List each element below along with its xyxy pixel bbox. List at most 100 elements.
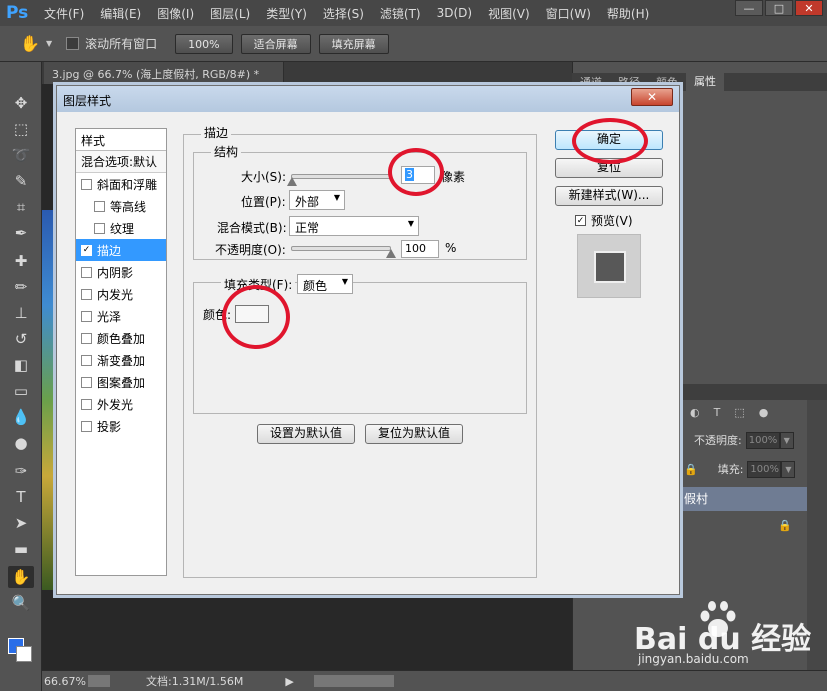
adjustment-filter-icon[interactable]: ◐: [690, 406, 700, 419]
filter-toggle-icon[interactable]: ●: [759, 406, 769, 419]
size-input[interactable]: 3: [401, 166, 435, 184]
tool-preset-dropdown-icon[interactable]: ▼: [46, 39, 52, 48]
layer-opacity-input[interactable]: 100%: [745, 431, 780, 449]
document-tab[interactable]: 3.jpg @ 66.7% (海上度假村, RGB/8#) * ×: [44, 62, 284, 95]
tab-properties[interactable]: 属性: [686, 73, 724, 91]
size-slider[interactable]: [291, 174, 391, 179]
opacity-slider-thumb[interactable]: [386, 249, 396, 258]
style-item[interactable]: 内阴影: [76, 261, 166, 283]
menu-filter[interactable]: 滤镜(T): [372, 5, 429, 22]
styles-header[interactable]: 样式: [76, 129, 166, 151]
background-color-swatch[interactable]: [16, 646, 32, 662]
clone-stamp-tool-icon[interactable]: ⊥: [8, 302, 34, 324]
style-item[interactable]: 光泽: [76, 305, 166, 327]
hand-tool-button-icon[interactable]: ✋: [8, 566, 34, 588]
menu-window[interactable]: 窗口(W): [538, 5, 599, 22]
style-item[interactable]: 渐变叠加: [76, 349, 166, 371]
shape-filter-icon[interactable]: ⬚: [734, 406, 744, 419]
crop-tool-icon[interactable]: ⌗: [8, 196, 34, 218]
status-scroll-thumb[interactable]: [313, 675, 394, 687]
style-checkbox[interactable]: [94, 200, 105, 212]
style-item[interactable]: 投影: [76, 415, 166, 437]
fit-screen-button[interactable]: 适合屏幕: [240, 33, 311, 54]
minimize-button[interactable]: —: [735, 0, 763, 16]
new-style-button[interactable]: 新建样式(W)...: [555, 186, 663, 206]
rectangle-tool-icon[interactable]: ▬: [8, 538, 34, 560]
menu-select[interactable]: 选择(S): [315, 5, 372, 22]
blend-options-item[interactable]: 混合选项:默认: [76, 151, 166, 173]
blur-tool-icon[interactable]: 💧: [8, 406, 34, 428]
scroll-all-windows-checkbox[interactable]: [66, 37, 80, 50]
eyedropper-tool-icon[interactable]: ✒: [8, 222, 34, 244]
layer-fill-dropdown-icon[interactable]: ▼: [781, 460, 796, 478]
menu-image[interactable]: 图像(I): [149, 5, 202, 22]
style-item[interactable]: 颜色叠加: [76, 327, 166, 349]
fill-screen-button[interactable]: 填充屏幕: [318, 33, 389, 54]
eraser-tool-icon[interactable]: ◧: [8, 354, 34, 376]
style-item[interactable]: 内发光: [76, 283, 166, 305]
ok-button[interactable]: 确定: [555, 130, 663, 150]
style-checkbox[interactable]: [81, 376, 92, 388]
quick-select-tool-icon[interactable]: ✎: [8, 170, 34, 192]
size-slider-thumb[interactable]: [287, 177, 297, 186]
close-window-button[interactable]: ✕: [795, 0, 823, 16]
preview-checkbox[interactable]: ✓: [575, 215, 586, 226]
style-checkbox[interactable]: [81, 288, 92, 300]
position-select[interactable]: 外部 ▼: [289, 190, 345, 210]
style-checkbox[interactable]: [81, 354, 92, 366]
menu-layer[interactable]: 图层(L): [202, 5, 258, 22]
menu-3d[interactable]: 3D(D): [429, 6, 480, 20]
style-checkbox[interactable]: [81, 420, 92, 432]
layer-opacity-dropdown-icon[interactable]: ▼: [779, 431, 794, 449]
menu-view[interactable]: 视图(V): [480, 5, 538, 22]
style-checkbox[interactable]: [81, 178, 92, 190]
preview-toggle[interactable]: ✓ 预览(V): [575, 212, 633, 229]
reset-button[interactable]: 复位: [555, 158, 663, 178]
style-item[interactable]: 外发光: [76, 393, 166, 415]
style-checkbox[interactable]: [94, 222, 105, 234]
menu-help[interactable]: 帮助(H): [599, 5, 657, 22]
menu-edit[interactable]: 编辑(E): [92, 5, 149, 22]
path-selection-tool-icon[interactable]: ➤: [8, 512, 34, 534]
style-item[interactable]: 图案叠加: [76, 371, 166, 393]
pen-tool-icon[interactable]: ✑: [8, 460, 34, 482]
type-tool-icon[interactable]: T: [8, 486, 34, 508]
gradient-tool-icon[interactable]: ▭: [8, 380, 34, 402]
style-checkbox[interactable]: ✓: [81, 244, 92, 256]
style-item[interactable]: 纹理: [76, 217, 166, 239]
type-filter-icon[interactable]: T: [714, 406, 721, 419]
brush-tool-icon[interactable]: ✏: [8, 276, 34, 298]
style-item[interactable]: 等高线: [76, 195, 166, 217]
blend-mode-select[interactable]: 正常 ▼: [289, 216, 419, 236]
layer-fill-input[interactable]: 100%: [747, 460, 782, 478]
style-item[interactable]: 斜面和浮雕: [76, 173, 166, 195]
style-item[interactable]: ✓ 描边: [76, 239, 166, 261]
menu-file[interactable]: 文件(F): [36, 5, 92, 22]
fill-type-select[interactable]: 颜色 ▼: [297, 274, 353, 294]
history-brush-tool-icon[interactable]: ↺: [8, 328, 34, 350]
maximize-button[interactable]: □: [765, 0, 793, 16]
lock-pixels-icon[interactable]: 🔒: [684, 463, 698, 476]
style-checkbox[interactable]: [81, 266, 92, 278]
make-default-button[interactable]: 设置为默认值: [257, 424, 355, 444]
dialog-close-button[interactable]: ✕: [631, 88, 673, 106]
reset-default-button[interactable]: 复位为默认值: [365, 424, 463, 444]
dodge-tool-icon[interactable]: ●: [8, 432, 34, 454]
status-arrow-icon[interactable]: ▶: [285, 675, 293, 688]
stroke-color-swatch[interactable]: [235, 305, 269, 323]
layer-item[interactable]: 假村: [680, 487, 807, 511]
move-tool-icon[interactable]: ✥: [8, 92, 34, 114]
zoom-100-button[interactable]: 100%: [175, 33, 233, 54]
healing-brush-tool-icon[interactable]: ✚: [8, 250, 34, 272]
dialog-title-bar[interactable]: 图层样式: [57, 86, 679, 112]
style-checkbox[interactable]: [81, 332, 92, 344]
style-checkbox[interactable]: [81, 398, 92, 410]
opacity-slider[interactable]: [291, 246, 391, 251]
opacity-input[interactable]: 100: [401, 240, 439, 258]
lasso-tool-icon[interactable]: ➰: [8, 144, 34, 166]
style-checkbox[interactable]: [81, 310, 92, 322]
menu-type[interactable]: 类型(Y): [258, 5, 315, 22]
zoom-tool-icon[interactable]: 🔍: [8, 592, 34, 614]
hand-tool-icon[interactable]: ✋: [20, 34, 44, 53]
status-zoom[interactable]: 66.67%: [42, 675, 88, 688]
